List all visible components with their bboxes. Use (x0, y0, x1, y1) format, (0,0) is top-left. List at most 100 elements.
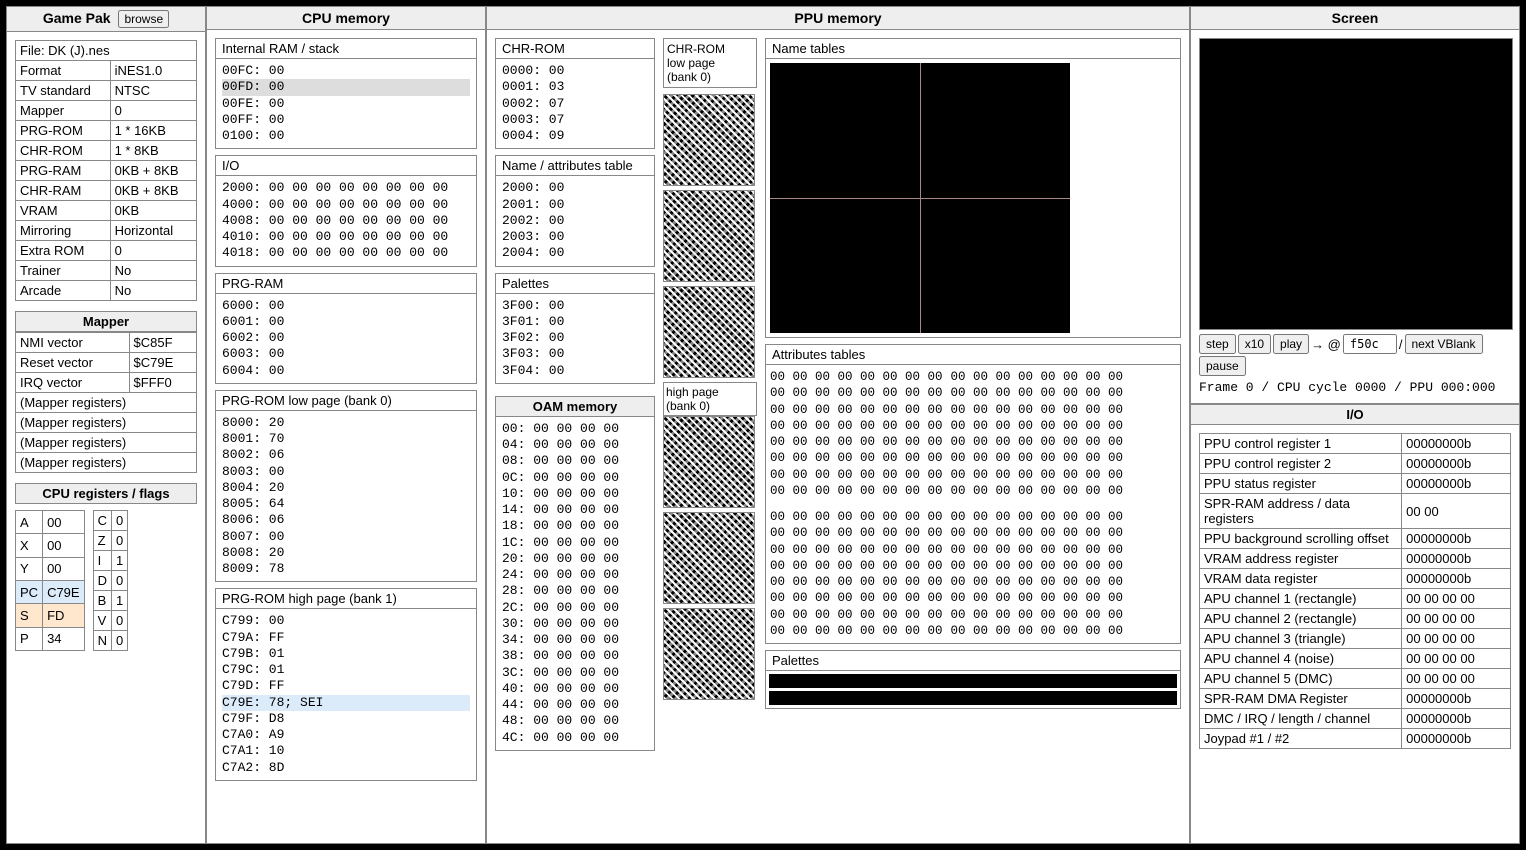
mem-line: 8001: 70 (222, 431, 470, 447)
mem-line: 6001: 00 (222, 314, 470, 330)
mapper-row: (Mapper registers) (16, 433, 197, 453)
file-line: File: DK (J).nes (16, 41, 197, 61)
cpu-mem-section-title: PRG-ROM low page (bank 0) (216, 391, 476, 411)
gamepak-row: TrainerNo (16, 261, 197, 281)
cpu-mem-section: PRG-RAM6000: 006001: 006002: 006003: 006… (215, 273, 477, 384)
browse-button[interactable]: browse (118, 10, 169, 28)
gamepak-row: TV standardNTSC (16, 81, 197, 101)
cpu-flag-row: N0 (93, 631, 128, 651)
mapper-title: Mapper (15, 311, 197, 332)
palette-bar-spr (769, 691, 1177, 705)
attr-block-0: 00 00 00 00 00 00 00 00 00 00 00 00 00 0… (770, 369, 943, 499)
mem-line: 3F02: 00 (502, 330, 648, 346)
play-button[interactable]: play (1273, 334, 1309, 354)
attributes-title: Attributes tables (766, 345, 1180, 365)
io-row: VRAM address register00000000b (1200, 549, 1511, 569)
chr-high-tiles-icon (663, 416, 755, 508)
mem-line: C7A1: 10 (222, 743, 470, 759)
name-tables-title: Name tables (766, 39, 1180, 59)
cpu-mem-section-title: I/O (216, 156, 476, 176)
mem-line: 8002: 06 (222, 447, 470, 463)
cpu-flag-row: D0 (93, 571, 128, 591)
name-tables-section: Name tables (765, 38, 1181, 338)
mem-line: 38: 00 00 00 00 (502, 648, 648, 664)
mem-line: 0001: 03 (502, 79, 648, 95)
mem-line: 28: 00 00 00 00 (502, 583, 648, 599)
chr-rom-section: CHR-ROM 0000: 000001: 030002: 070003: 07… (495, 38, 655, 149)
step-button[interactable]: step (1199, 334, 1236, 354)
mem-line: 34: 00 00 00 00 (502, 632, 648, 648)
pause-button[interactable]: pause (1199, 356, 1246, 376)
mem-line: 2001: 00 (502, 197, 648, 213)
arrow-label: → @ (1311, 337, 1341, 352)
cpu-memory-header: CPU memory (206, 6, 486, 30)
cpu-flag-row: B1 (93, 591, 128, 611)
mem-line: 2C: 00 00 00 00 (502, 600, 648, 616)
mem-line: 00FD: 00 (222, 79, 470, 95)
mem-line: 4008: 00 00 00 00 00 00 00 00 (222, 213, 470, 229)
io-row: SPR-RAM address / data registers00 00 (1200, 494, 1511, 529)
palettes-mem-section: Palettes 3F00: 003F01: 003F02: 003F03: 0… (495, 273, 655, 384)
mem-line: 2004: 00 (502, 245, 648, 261)
mem-line: 4010: 00 00 00 00 00 00 00 00 (222, 229, 470, 245)
mem-line: C799: 00 (222, 613, 470, 629)
mem-line: 6003: 00 (222, 346, 470, 362)
mem-line: 0003: 07 (502, 112, 648, 128)
io-row: APU channel 1 (rectangle)00 00 00 00 (1200, 589, 1511, 609)
chr-low-tiles-icon (663, 286, 755, 378)
gamepak-title: Game Pak (43, 10, 111, 26)
cpu-register-row: A00 (16, 511, 85, 534)
cpu-mem-section-title: PRG-RAM (216, 274, 476, 294)
mem-line: 3C: 00 00 00 00 (502, 665, 648, 681)
mapper-row: (Mapper registers) (16, 413, 197, 433)
cpu-register-row: SFD (16, 604, 85, 627)
mem-line: 3F04: 00 (502, 363, 648, 379)
cpu-mem-section-title: PRG-ROM high page (bank 1) (216, 589, 476, 609)
cpu-register-row: P34 (16, 627, 85, 650)
io-row: PPU control register 200000000b (1200, 454, 1511, 474)
mem-line: 20: 00 00 00 00 (502, 551, 648, 567)
attr-block-3: 00 00 00 00 00 00 00 00 00 00 00 00 00 0… (951, 509, 1124, 639)
io-row: VRAM data register00000000b (1200, 569, 1511, 589)
mem-line: C79B: 01 (222, 646, 470, 662)
chr-high-tiles-icon (663, 512, 755, 604)
mem-line: C79E: 78; SEI (222, 695, 470, 711)
mem-line: 2000: 00 (502, 180, 648, 196)
mem-line: 8006: 06 (222, 512, 470, 528)
mem-line: 0100: 00 (222, 128, 470, 144)
name-attr-section: Name / attributes table 2000: 002001: 00… (495, 155, 655, 266)
mem-line: 48: 00 00 00 00 (502, 713, 648, 729)
gamepak-row: Mapper0 (16, 101, 197, 121)
mem-line: 3F00: 00 (502, 298, 648, 314)
io-row: APU channel 2 (rectangle)00 00 00 00 (1200, 609, 1511, 629)
mem-line: 6004: 00 (222, 363, 470, 379)
x10-button[interactable]: x10 (1238, 334, 1271, 354)
chr-low-label: CHR-ROM low page (bank 0) (663, 38, 757, 88)
next-vblank-button[interactable]: next VBlank (1405, 334, 1483, 354)
gamepak-row: PRG-ROM1 * 16KB (16, 121, 197, 141)
mem-line: 08: 00 00 00 00 (502, 453, 648, 469)
mem-line: 0002: 07 (502, 96, 648, 112)
mem-line: 8008: 20 (222, 545, 470, 561)
mem-line: 6000: 00 (222, 298, 470, 314)
gamepak-row: VRAM0KB (16, 201, 197, 221)
io-row: PPU control register 100000000b (1200, 434, 1511, 454)
mapper-table: NMI vector$C85FReset vector$C79EIRQ vect… (15, 332, 197, 473)
gamepak-row: PRG-RAM0KB + 8KB (16, 161, 197, 181)
cpu-flag-row: V0 (93, 611, 128, 631)
mem-line: 30: 00 00 00 00 (502, 616, 648, 632)
mem-line: 00FF: 00 (222, 112, 470, 128)
mapper-row: IRQ vector$FFF0 (16, 373, 197, 393)
mapper-row: (Mapper registers) (16, 453, 197, 473)
goto-address-input[interactable] (1343, 334, 1397, 354)
mem-line: 00FC: 00 (222, 63, 470, 79)
gamepak-row: CHR-ROM1 * 8KB (16, 141, 197, 161)
mem-line: 4018: 00 00 00 00 00 00 00 00 (222, 245, 470, 261)
cpu-mem-section: I/O2000: 00 00 00 00 00 00 00 004000: 00… (215, 155, 477, 266)
oam-section: 00: 00 00 00 0004: 00 00 00 0008: 00 00 … (495, 417, 655, 751)
palettes-visual-title: Palettes (766, 651, 1180, 671)
cpu-flag-row: I1 (93, 551, 128, 571)
io-row: DMC / IRQ / length / channel00000000b (1200, 709, 1511, 729)
io-table: PPU control register 100000000bPPU contr… (1199, 433, 1511, 749)
mem-line: 0C: 00 00 00 00 (502, 470, 648, 486)
